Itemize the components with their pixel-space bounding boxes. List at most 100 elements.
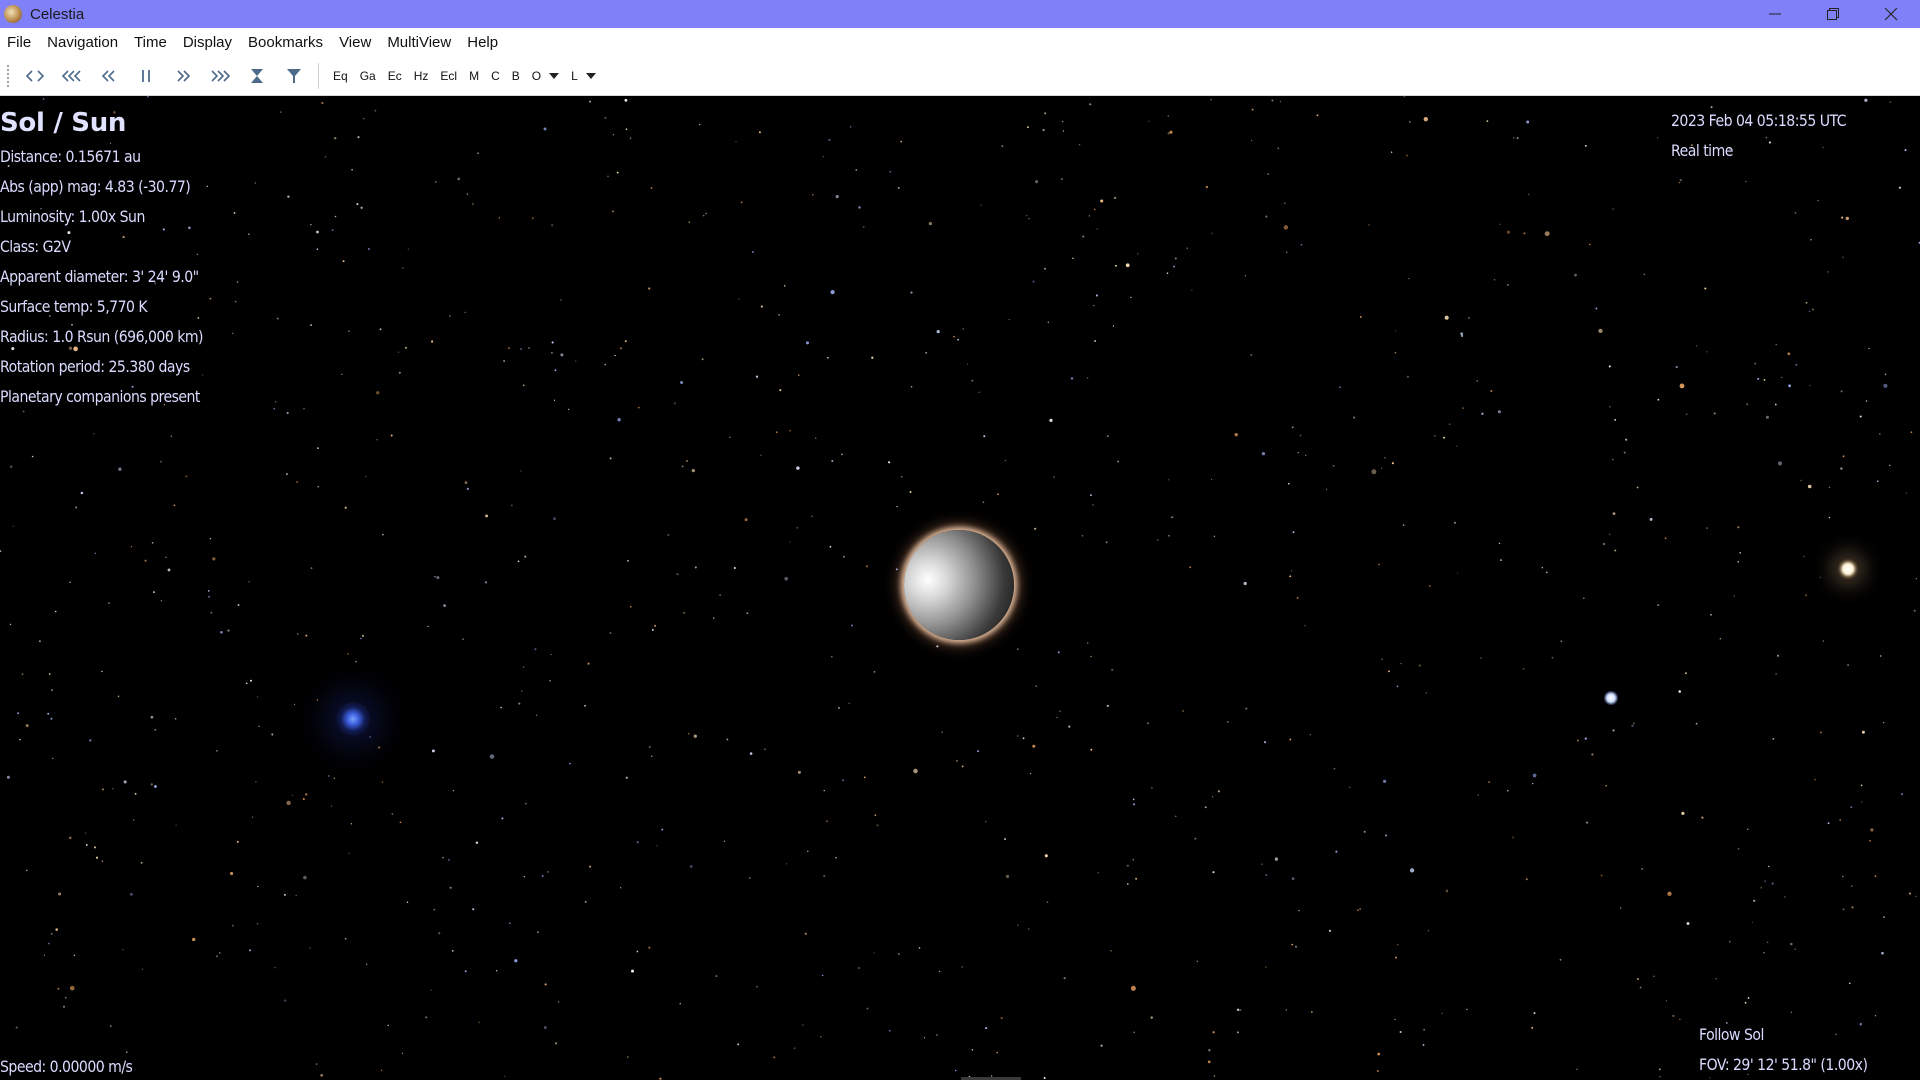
- background-star: [231, 924, 234, 927]
- reverse-time-button[interactable]: [16, 61, 53, 91]
- pause-button[interactable]: [127, 61, 164, 91]
- background-star: [1889, 101, 1892, 103]
- background-star: [1207, 1060, 1211, 1064]
- background-star: [1842, 875, 1844, 878]
- labels-dropdown[interactable]: L: [565, 61, 584, 91]
- toggle-constellations[interactable]: C: [485, 61, 506, 91]
- celestia-viewport[interactable]: Sol / Sun Distance: 0.15671 au Abs (app)…: [0, 96, 1920, 1080]
- background-star: [1467, 316, 1471, 319]
- menu-display[interactable]: Display: [175, 28, 240, 57]
- background-star: [1775, 343, 1777, 346]
- background-star: [996, 1051, 998, 1054]
- background-star: [607, 175, 609, 178]
- background-star: [528, 347, 530, 349]
- background-star: [1608, 365, 1611, 368]
- background-star: [152, 591, 156, 594]
- close-button[interactable]: [1862, 0, 1920, 28]
- background-star: [826, 356, 829, 359]
- background-star: [55, 928, 58, 931]
- chevron-down-icon[interactable]: [585, 73, 596, 79]
- background-star: [789, 429, 791, 432]
- background-star: [1533, 1012, 1536, 1015]
- background-star: [918, 947, 921, 949]
- background-star: [1733, 595, 1736, 597]
- menu-bookmarks[interactable]: Bookmarks: [240, 28, 331, 57]
- background-star: [212, 557, 216, 561]
- orbits-dropdown[interactable]: O: [526, 61, 547, 91]
- background-star: [555, 1042, 558, 1045]
- toggle-ecliptic-line[interactable]: Ecl: [434, 61, 463, 91]
- background-star: [953, 335, 955, 338]
- background-star: [1196, 960, 1198, 962]
- background-star: [1028, 218, 1030, 220]
- background-star: [333, 136, 337, 140]
- background-star: [584, 704, 586, 707]
- toolbar-grip[interactable]: [6, 64, 10, 88]
- background-star: [1481, 412, 1484, 415]
- background-star: [51, 689, 53, 691]
- menu-multiview[interactable]: MultiView: [379, 28, 459, 57]
- background-star: [749, 877, 751, 879]
- companions-text: Planetary companions present: [0, 387, 200, 406]
- background-star: [379, 328, 382, 331]
- background-star: [1790, 942, 1793, 946]
- minimize-button[interactable]: [1746, 0, 1804, 28]
- background-star: [310, 324, 313, 327]
- background-star: [1526, 120, 1530, 124]
- background-star: [978, 391, 981, 394]
- background-star: [1408, 277, 1410, 280]
- background-star: [449, 886, 452, 889]
- background-star: [1861, 801, 1863, 803]
- menu-file[interactable]: File: [0, 28, 39, 57]
- slower-button[interactable]: [90, 61, 127, 91]
- background-star: [936, 1034, 938, 1036]
- background-star: [1817, 199, 1819, 202]
- background-star: [1332, 464, 1335, 467]
- background-star: [382, 533, 384, 536]
- background-star: [829, 545, 832, 548]
- sun-sphere[interactable]: [904, 530, 1014, 640]
- toggle-boundaries[interactable]: B: [506, 61, 526, 91]
- background-star: [1506, 230, 1511, 234]
- background-star: [140, 861, 143, 864]
- background-star: [1768, 865, 1770, 868]
- background-star: [1297, 451, 1300, 454]
- background-star: [508, 347, 510, 349]
- background-star: [543, 1026, 547, 1030]
- background-star: [812, 194, 814, 196]
- background-star: [434, 575, 436, 578]
- toggle-ecliptic-grid[interactable]: Ec: [382, 61, 408, 91]
- set-to-now-button[interactable]: [238, 61, 275, 91]
- set-time-button[interactable]: [275, 61, 312, 91]
- background-star: [1236, 1008, 1240, 1012]
- toggle-markers[interactable]: M: [463, 61, 485, 91]
- ten-times-slower-button[interactable]: [53, 61, 90, 91]
- background-star: [1915, 578, 1917, 580]
- luminosity-text: Luminosity: 1.00x Sun: [0, 207, 145, 226]
- faster-button[interactable]: [164, 61, 201, 91]
- background-star: [17, 712, 20, 715]
- menu-view[interactable]: View: [331, 28, 379, 57]
- ten-times-faster-button[interactable]: [201, 61, 238, 91]
- background-star: [983, 435, 986, 438]
- background-star: [1763, 378, 1766, 381]
- toggle-equatorial-grid[interactable]: Eq: [327, 61, 354, 91]
- restore-button[interactable]: [1804, 0, 1862, 28]
- background-star: [1839, 819, 1842, 821]
- toggle-galactic-grid[interactable]: Ga: [354, 61, 382, 91]
- background-star: [57, 987, 60, 990]
- menu-navigation[interactable]: Navigation: [39, 28, 126, 57]
- toggle-horizon-grid[interactable]: Hz: [408, 61, 435, 91]
- menu-help[interactable]: Help: [459, 28, 506, 57]
- background-star: [1879, 655, 1882, 657]
- background-star: [251, 816, 254, 818]
- background-star: [1684, 672, 1687, 675]
- background-star: [982, 501, 985, 504]
- menu-time[interactable]: Time: [126, 28, 175, 57]
- background-star: [1827, 822, 1830, 824]
- background-star: [823, 789, 825, 792]
- chevron-down-icon[interactable]: [549, 73, 560, 79]
- background-star: [344, 506, 347, 509]
- background-star: [524, 555, 527, 558]
- background-star: [1460, 332, 1464, 336]
